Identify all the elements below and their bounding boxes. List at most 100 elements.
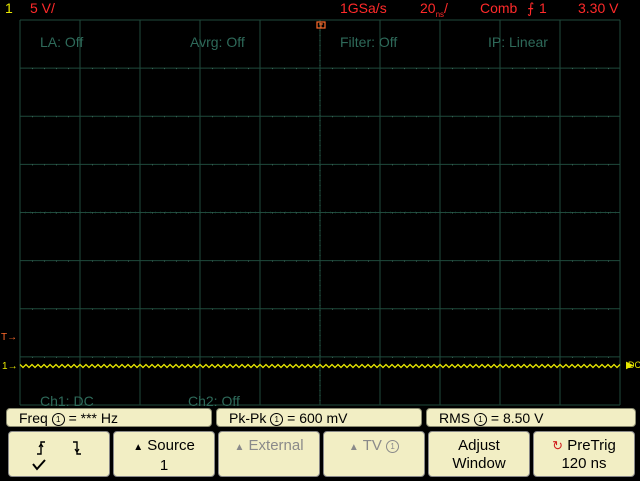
grid-dot — [488, 68, 489, 70]
grid-dot — [332, 68, 333, 70]
grid-dot — [464, 356, 465, 358]
grid-dot — [212, 116, 213, 118]
pretrig-label-text: PreTrig — [567, 437, 616, 454]
grid-dot — [536, 68, 537, 70]
grid-dot — [176, 68, 177, 70]
grid-dot — [164, 260, 165, 262]
grid-dot — [308, 116, 309, 118]
grid-dot — [452, 356, 453, 358]
timebase-value: 20 — [420, 0, 436, 16]
grid-dot — [44, 68, 45, 70]
grid-dot — [596, 308, 597, 310]
ch1-coupling: Ch1: DC — [40, 393, 94, 409]
slope-softkey[interactable] — [8, 431, 110, 477]
grid-dot — [92, 68, 93, 70]
grid-dot — [476, 308, 477, 310]
grid-dot — [452, 260, 453, 262]
grid-dot — [452, 164, 453, 166]
grid-dot — [608, 308, 609, 310]
grid-dot — [224, 308, 225, 310]
trigger-mode[interactable]: Comb — [480, 0, 517, 17]
vertical-scale[interactable]: 5 V/ — [30, 0, 55, 17]
grid-dot — [188, 164, 189, 166]
grid-dot — [92, 308, 93, 310]
freq-measurement[interactable]: Freq 1 = *** Hz — [6, 408, 212, 427]
grid-dot — [32, 212, 33, 214]
grid-dot — [524, 260, 525, 262]
grid-dot — [356, 356, 357, 358]
grid-dot — [56, 116, 57, 118]
grid-dot — [344, 212, 345, 214]
channel-1-circle-icon: 1 — [51, 413, 65, 426]
grid-dot — [44, 116, 45, 118]
grid-dot — [596, 116, 597, 118]
grid-dot — [404, 308, 405, 310]
avrg-status: Avrg: Off — [190, 34, 245, 50]
grid-dot — [344, 260, 345, 262]
grid-dot — [596, 260, 597, 262]
grid-dot — [176, 308, 177, 310]
grid-dot — [212, 164, 213, 166]
grid-dot — [404, 212, 405, 214]
adjust-value: Window — [452, 455, 506, 472]
grid-dot — [224, 260, 225, 262]
grid-dot — [548, 308, 549, 310]
grid-dot — [548, 212, 549, 214]
grid-dot — [44, 260, 45, 262]
grid-dot — [116, 164, 117, 166]
grid-dot — [416, 164, 417, 166]
grid-dot — [356, 308, 357, 310]
pretrig-softkey[interactable]: ↻ PreTrig 120 ns — [533, 431, 635, 477]
timebase[interactable]: 20ns/ — [420, 0, 448, 23]
grid-dot — [416, 260, 417, 262]
falling-edge-icon — [73, 441, 81, 455]
external-softkey[interactable]: ▲ External — [218, 431, 320, 477]
grid-dot — [296, 68, 297, 70]
trigger-level[interactable]: 3.30 V — [578, 0, 618, 17]
grid-dot — [572, 212, 573, 214]
grid-dot — [572, 308, 573, 310]
grid-dot — [152, 164, 153, 166]
trigger-level-marker[interactable]: T→ — [1, 332, 17, 343]
grid-dot — [464, 116, 465, 118]
rising-edge-icon — [37, 441, 45, 455]
grid-dot — [392, 164, 393, 166]
grid-dot — [188, 260, 189, 262]
grid-dot — [464, 212, 465, 214]
grid-dot — [344, 68, 345, 70]
grid-dot — [296, 260, 297, 262]
grid-dot — [32, 68, 33, 70]
adjust-softkey[interactable]: Adjust Window — [428, 431, 530, 477]
grid-dot — [236, 308, 237, 310]
grid-dot — [584, 308, 585, 310]
grid-dot — [116, 68, 117, 70]
grid-dot — [356, 212, 357, 214]
rms-measurement[interactable]: RMS 1 = 8.50 V — [426, 408, 636, 427]
grid-dot — [152, 356, 153, 358]
filter-status: Filter: Off — [340, 34, 398, 50]
source-softkey[interactable]: ▲ Source 1 — [113, 431, 215, 477]
trigger-position-icon[interactable] — [316, 18, 326, 29]
tv-softkey[interactable]: ▲ TV 1 — [323, 431, 425, 477]
grid-dot — [272, 260, 273, 262]
timebase-unit: ns — [435, 9, 445, 19]
grid-dot — [92, 260, 93, 262]
channel-ground-marker[interactable]: 1→ — [2, 361, 18, 372]
grid-dot — [44, 308, 45, 310]
grid-dot — [188, 116, 189, 118]
pkpk-measurement[interactable]: Pk-Pk 1 = 600 mV — [216, 408, 422, 427]
grid-dot — [284, 308, 285, 310]
grid-dot — [284, 116, 285, 118]
grid-dot — [584, 356, 585, 358]
grid-dot — [428, 308, 429, 310]
grid-dot — [332, 116, 333, 118]
grid-dot — [164, 116, 165, 118]
grid-dot — [476, 260, 477, 262]
grid-dot — [272, 68, 273, 70]
grid-dot — [128, 116, 129, 118]
grid-dot — [92, 116, 93, 118]
grid-dot — [332, 260, 333, 262]
grid-dot — [224, 356, 225, 358]
grid-dot — [152, 68, 153, 70]
channel-number[interactable]: 1 — [5, 0, 13, 17]
